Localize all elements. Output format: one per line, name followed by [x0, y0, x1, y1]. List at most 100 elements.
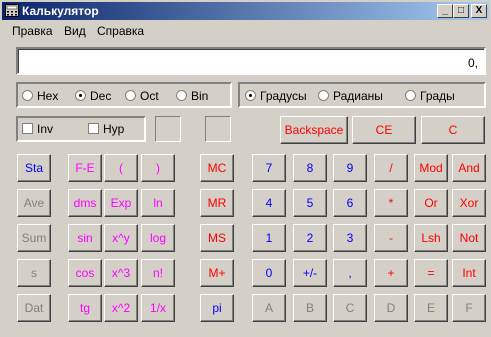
sci-tg-button[interactable]: tg — [68, 294, 102, 322]
key-mod-button[interactable]: Mod — [414, 154, 448, 182]
sci-cos-button[interactable]: cos — [68, 259, 102, 287]
menu-view[interactable]: Вид — [64, 24, 86, 38]
checkbox-box-icon — [88, 123, 99, 134]
key-divide-button[interactable]: / — [374, 154, 408, 182]
radio-circle-icon — [125, 90, 136, 101]
sci-x-3-button[interactable]: x^3 — [104, 259, 138, 287]
key-not-button[interactable]: Not — [452, 224, 486, 252]
sci-close-paren-button[interactable]: ) — [141, 154, 175, 182]
sci-exp-button[interactable]: Exp — [104, 189, 138, 217]
mem-mr-button[interactable]: MR — [200, 189, 234, 217]
button-label: 0 — [265, 266, 273, 280]
sci-sin-button[interactable]: sin — [68, 224, 102, 252]
radio-dec[interactable]: Dec — [75, 89, 111, 103]
sci-f-e-button[interactable]: F-E — [68, 154, 102, 182]
key-d-button[interactable]: D — [374, 294, 408, 322]
mem-m-button[interactable]: M+ — [200, 259, 234, 287]
button-label: * — [388, 196, 394, 210]
menu-edit[interactable]: Правка — [12, 24, 53, 38]
key-decimal-button[interactable]: , — [333, 259, 367, 287]
stats-sta-button[interactable]: Sta — [17, 154, 51, 182]
sci-log-button[interactable]: log — [141, 224, 175, 252]
stats-ave-button[interactable]: Ave — [17, 189, 51, 217]
button-label: B — [305, 301, 314, 315]
maximize-icon: □ — [457, 5, 465, 16]
menu-help[interactable]: Справка — [97, 24, 144, 38]
key-and-button[interactable]: And — [452, 154, 486, 182]
key-5-button[interactable]: 5 — [293, 189, 327, 217]
mem-ms-button[interactable]: MS — [200, 224, 234, 252]
button-label: pi — [212, 301, 222, 315]
button-label: +/- — [302, 266, 318, 280]
sci-open-paren-button[interactable]: ( — [104, 154, 138, 182]
key-sign-button[interactable]: +/- — [293, 259, 327, 287]
key-8-button[interactable]: 8 — [293, 154, 327, 182]
key-e-button[interactable]: E — [414, 294, 448, 322]
sci-ln-button[interactable]: ln — [141, 189, 175, 217]
key-minus-button[interactable]: - — [374, 224, 408, 252]
key-or-button[interactable]: Or — [414, 189, 448, 217]
hyp-checkbox[interactable]: Hyp — [88, 122, 124, 136]
radio-angle-1[interactable]: Радианы — [318, 89, 383, 103]
key-int-button[interactable]: Int — [452, 259, 486, 287]
key-f-button[interactable]: F — [452, 294, 486, 322]
key-plus-button[interactable]: + — [374, 259, 408, 287]
radio-oct[interactable]: Oct — [125, 89, 159, 103]
close-button[interactable]: X — [471, 4, 487, 18]
window-title: Калькулятор — [22, 4, 99, 18]
button-label: ( — [119, 161, 123, 175]
key-4-button[interactable]: 4 — [252, 189, 286, 217]
button-label: s — [31, 266, 37, 280]
minimize-button[interactable]: _ — [437, 4, 453, 18]
button-label: cos — [75, 266, 95, 280]
radio-angle-0[interactable]: Градусы — [245, 89, 307, 103]
key-a-button[interactable]: A — [252, 294, 286, 322]
button-label: Xor — [459, 196, 479, 210]
key-0-button[interactable]: 0 — [252, 259, 286, 287]
inv-checkbox[interactable]: Inv — [22, 122, 53, 136]
key-7-button[interactable]: 7 — [252, 154, 286, 182]
radio-angle-2[interactable]: Грады — [405, 89, 455, 103]
button-label: x^y — [112, 231, 130, 245]
key-lsh-button[interactable]: Lsh — [414, 224, 448, 252]
stats-s-button[interactable]: s — [17, 259, 51, 287]
sci-x-y-button[interactable]: x^y — [104, 224, 138, 252]
key-1-button[interactable]: 1 — [252, 224, 286, 252]
mem-pi-button[interactable]: pi — [200, 294, 234, 322]
radio-circle-icon — [318, 90, 329, 101]
button-label: x^3 — [111, 266, 131, 280]
backspace-button[interactable]: Backspace — [280, 116, 348, 144]
mem-mc-button[interactable]: MC — [200, 154, 234, 182]
sci-dms-button[interactable]: dms — [68, 189, 102, 217]
stats-sum-button[interactable]: Sum — [17, 224, 51, 252]
key-2-button[interactable]: 2 — [293, 224, 327, 252]
sci-1-x-button[interactable]: 1/x — [141, 294, 175, 322]
ce-button[interactable]: CE — [352, 116, 416, 144]
sci-x-2-button[interactable]: x^2 — [104, 294, 138, 322]
button-label: sin — [77, 231, 93, 245]
button-label: Exp — [110, 196, 132, 210]
result-display: 0, — [16, 47, 486, 75]
title-bar[interactable]: Калькулятор _ □ X — [2, 2, 489, 20]
button-label: 1 — [265, 231, 273, 245]
button-label: 3 — [346, 231, 354, 245]
key-b-button[interactable]: B — [293, 294, 327, 322]
radio-hex[interactable]: Hex — [22, 89, 58, 103]
key-3-button[interactable]: 3 — [333, 224, 367, 252]
key-9-button[interactable]: 9 — [333, 154, 367, 182]
key-multiply-button[interactable]: * — [374, 189, 408, 217]
calculator-app-icon — [5, 4, 19, 17]
radio-bin[interactable]: Bin — [176, 89, 208, 103]
button-label: log — [149, 231, 166, 245]
key-xor-button[interactable]: Xor — [452, 189, 486, 217]
button-label: ) — [156, 161, 160, 175]
key-equals-button[interactable]: = — [414, 259, 448, 287]
stats-dat-button[interactable]: Dat — [17, 294, 51, 322]
inv-label: Inv — [37, 122, 54, 136]
key-6-button[interactable]: 6 — [333, 189, 367, 217]
button-label: D — [386, 301, 396, 315]
sci-n-button[interactable]: n! — [141, 259, 175, 287]
c-button[interactable]: C — [421, 116, 485, 144]
maximize-button[interactable]: □ — [453, 4, 469, 18]
key-c-button[interactable]: C — [333, 294, 367, 322]
